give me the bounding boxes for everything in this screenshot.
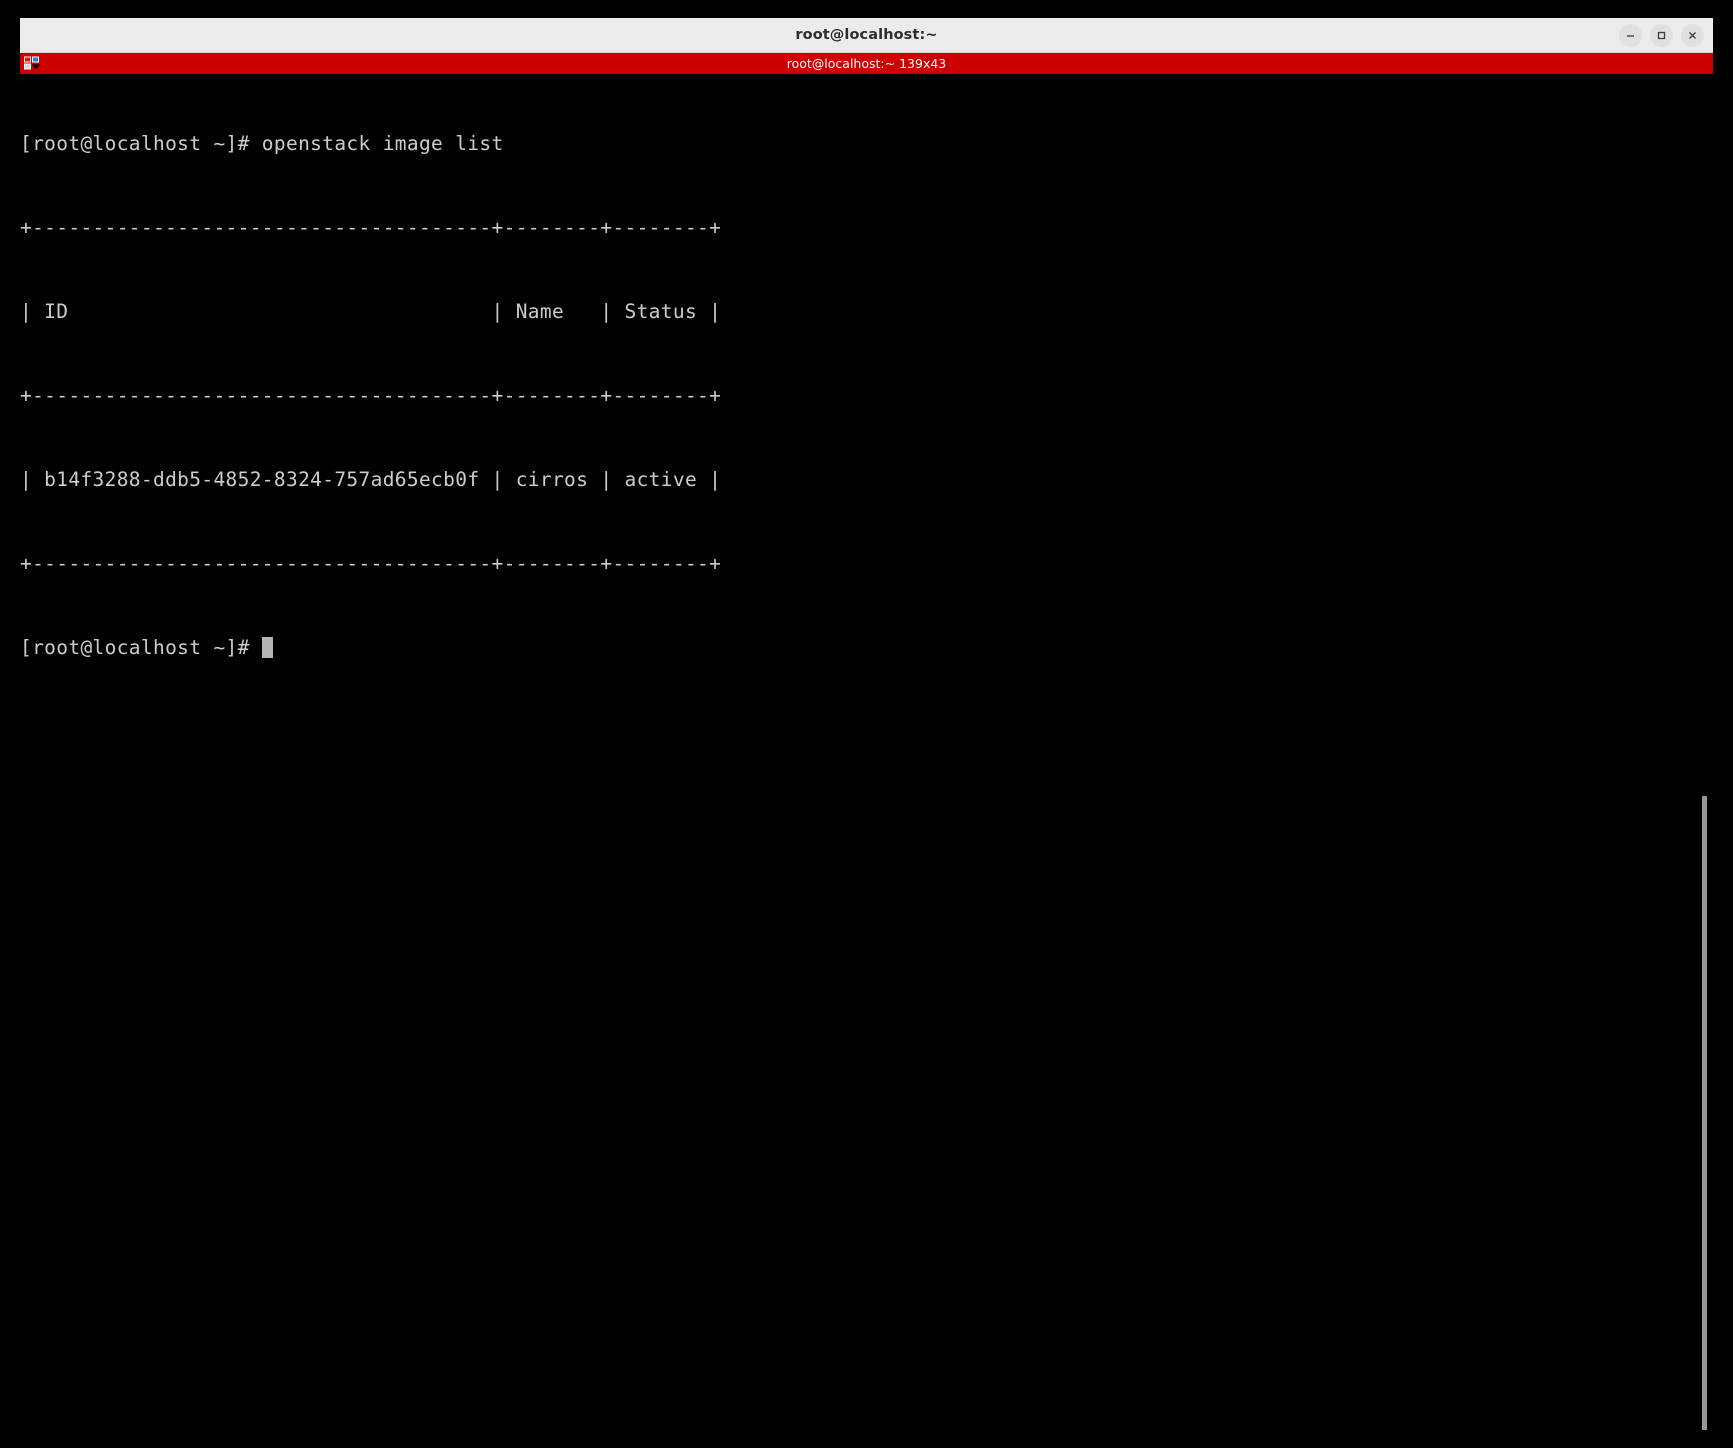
terminal-prompt-line: [root@localhost ~]#	[20, 634, 721, 662]
screen: root@localhost:~ root@localhost:~ 139x43…	[0, 0, 1733, 1448]
tab-session[interactable]: root@localhost:~ 139x43	[787, 56, 947, 71]
maximize-button[interactable]	[1650, 23, 1673, 47]
close-button[interactable]	[1681, 23, 1704, 47]
grid-square-blue	[32, 56, 39, 62]
grid-square-gray	[24, 63, 31, 69]
terminal-line: | ID | Name | Status |	[20, 300, 722, 323]
maximize-icon	[1657, 31, 1666, 39]
terminal-line: +--------------------------------------+…	[20, 216, 722, 239]
shell-prompt: [root@localhost ~]#	[20, 636, 262, 659]
terminal-screen[interactable]: [root@localhost ~]# openstack image list…	[20, 74, 1713, 1430]
terminal-line: | b14f3288-ddb5-4852-8324-757ad65ecb0f |…	[20, 468, 722, 491]
tab-bar: root@localhost:~ 139x43	[20, 53, 1713, 74]
window-controls	[1619, 18, 1704, 52]
chevron-down-icon	[32, 64, 40, 69]
terminal-window: root@localhost:~ root@localhost:~ 139x43…	[20, 18, 1713, 1430]
grid-square-red	[24, 56, 31, 62]
title-bar[interactable]: root@localhost:~	[20, 18, 1713, 53]
window-title: root@localhost:~	[795, 27, 938, 43]
window-grid-icon[interactable]	[23, 55, 43, 72]
terminal-output: [root@localhost ~]# openstack image list…	[20, 74, 721, 718]
minimize-icon	[1627, 34, 1634, 37]
terminal-line: [root@localhost ~]# openstack image list	[20, 132, 504, 155]
scrollbar[interactable]	[1701, 74, 1707, 1430]
minimize-button[interactable]	[1619, 23, 1642, 47]
close-icon	[1689, 31, 1696, 39]
scrollbar-thumb[interactable]	[1702, 796, 1707, 1430]
terminal-line: +--------------------------------------+…	[20, 384, 722, 407]
text-cursor	[261, 637, 273, 658]
terminal-line: +--------------------------------------+…	[20, 552, 722, 575]
